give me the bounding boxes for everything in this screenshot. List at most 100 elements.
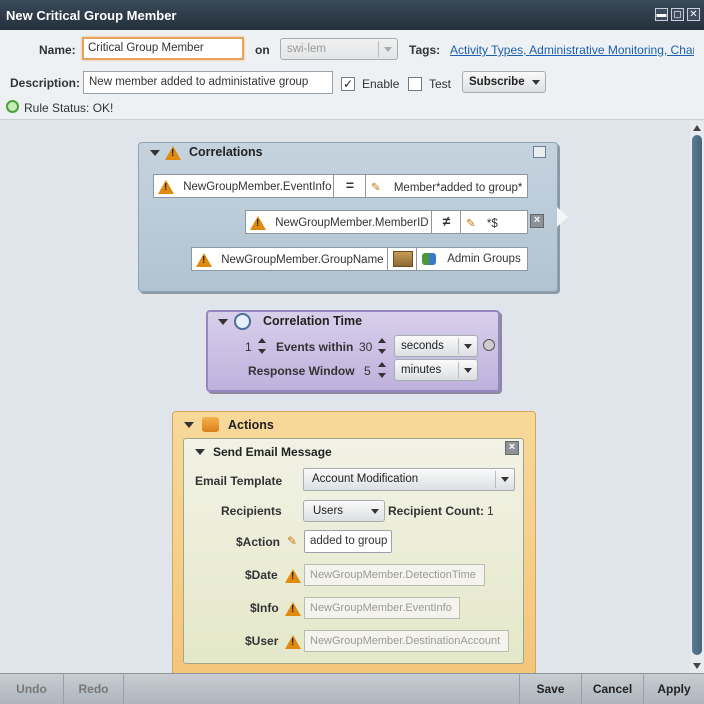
correlation-row-3[interactable]: NewGroupMember.GroupName Admin Groups <box>191 247 528 271</box>
test-checkbox[interactable] <box>408 77 422 91</box>
email-template-select[interactable]: Account Modification <box>303 468 515 491</box>
correlation-value: Admin Groups <box>447 253 521 266</box>
name-input[interactable]: Critical Group Member <box>82 37 244 60</box>
recipients-select[interactable]: Users <box>303 500 385 522</box>
bottom-toolbar: Undo Redo Save Cancel Apply <box>0 673 704 704</box>
connector-arrow-icon <box>557 207 568 227</box>
warning-icon <box>250 216 266 230</box>
collapse-email-icon[interactable] <box>195 449 205 455</box>
remove-condition-icon[interactable]: × <box>530 214 544 228</box>
close-button[interactable]: ✕ <box>687 8 700 21</box>
status-ok-icon <box>6 100 19 113</box>
chevron-down-icon <box>532 80 540 85</box>
correlation-field: NewGroupMember.MemberID <box>275 217 429 230</box>
correlations-title: Correlations <box>189 145 263 159</box>
events-within-label: Events within <box>276 340 354 354</box>
events-count-stepper[interactable] <box>258 338 266 354</box>
description-label: Description: <box>10 76 81 90</box>
recipients-label: Recipients <box>221 504 282 518</box>
on-select-value: swi-lem <box>287 43 326 55</box>
vertical-scrollbar[interactable] <box>690 121 704 673</box>
response-window-label: Response Window <box>248 364 355 378</box>
time-settings-icon[interactable] <box>483 339 495 351</box>
restore-button[interactable]: ◻ <box>671 8 684 21</box>
correlation-field: NewGroupMember.GroupName <box>221 254 384 267</box>
expand-panel-icon[interactable] <box>533 146 546 158</box>
minimize-button[interactable]: ▬ <box>655 8 668 21</box>
email-template-value: Account Modification <box>312 473 419 485</box>
param-input-action[interactable]: added to group <box>304 530 392 553</box>
param-input-user[interactable]: NewGroupMember.DestinationAccount <box>304 630 509 652</box>
correlation-row-1[interactable]: NewGroupMember.EventInfo = ✎ Member*adde… <box>153 174 528 198</box>
actions-title: Actions <box>228 418 274 432</box>
collapse-actions-icon[interactable] <box>184 422 194 428</box>
scroll-up-icon[interactable] <box>693 125 701 131</box>
name-label: Name: <box>39 43 76 57</box>
correlation-value: *$ <box>486 218 498 230</box>
warning-icon <box>285 568 301 583</box>
enable-checkbox[interactable]: ✓ <box>341 77 355 91</box>
tags-link[interactable]: Activity Types, Administrative Monitorin… <box>450 43 694 57</box>
test-label: Test <box>429 77 452 91</box>
clock-icon <box>234 313 251 330</box>
recipient-count-value: 1 <box>487 504 494 518</box>
group-icon <box>422 253 436 265</box>
scroll-down-icon[interactable] <box>693 663 701 669</box>
within-unit-value: seconds <box>401 340 444 352</box>
enable-label: Enable <box>362 77 400 91</box>
collapse-time-icon[interactable] <box>218 319 228 325</box>
response-unit-value: minutes <box>401 364 442 376</box>
within-unit-select[interactable]: seconds <box>394 335 478 357</box>
email-template-label: Email Template <box>195 474 283 488</box>
cancel-button[interactable]: Cancel <box>582 674 644 704</box>
actions-icon <box>202 417 219 432</box>
pencil-icon: ✎ <box>466 218 476 230</box>
chevron-down-icon <box>371 509 379 514</box>
remove-action-icon[interactable]: × <box>505 441 519 455</box>
operator-not-equals[interactable]: ≠ <box>433 211 461 233</box>
apply-button[interactable]: Apply <box>644 674 704 704</box>
description-input[interactable]: New member added to administative group <box>83 71 333 94</box>
response-stepper[interactable] <box>378 362 386 378</box>
param-label-action: $Action <box>236 535 281 549</box>
subscribe-dropdown[interactable]: Subscribe <box>462 71 546 93</box>
events-count[interactable]: 1 <box>245 340 252 354</box>
on-select[interactable]: swi-lem <box>280 38 398 60</box>
correlation-time-title: Correlation Time <box>263 314 363 328</box>
redo-button[interactable]: Redo <box>64 674 124 704</box>
param-label-date: $Date <box>245 568 278 582</box>
response-unit-select[interactable]: minutes <box>394 359 478 381</box>
pencil-icon: ✎ <box>287 534 298 548</box>
operator-in-group-icon[interactable] <box>389 248 417 270</box>
within-stepper[interactable] <box>378 338 386 354</box>
chevron-down-icon <box>464 368 472 373</box>
collapse-correlations-icon[interactable] <box>150 150 160 156</box>
param-input-info[interactable]: NewGroupMember.EventInfo <box>304 597 460 619</box>
param-label-user: $User <box>245 634 279 648</box>
title-bar: New Critical Group Member ▬ ◻ ✕ <box>0 0 704 30</box>
on-label: on <box>255 43 270 57</box>
correlation-row-2[interactable]: NewGroupMember.MemberID ≠ ✎ *$ <box>245 210 528 234</box>
recipients-value: Users <box>313 505 344 517</box>
warning-icon <box>165 145 181 160</box>
chevron-down-icon <box>384 47 392 52</box>
rule-header-form: Name: Critical Group Member on swi-lem T… <box>0 30 704 120</box>
subscribe-label: Subscribe <box>469 76 525 88</box>
correlation-value: Member*added to group* <box>393 182 523 194</box>
recipient-count-label: Recipient Count: <box>388 504 484 518</box>
chevron-down-icon <box>501 477 509 482</box>
tags-label: Tags: <box>409 43 441 57</box>
save-button[interactable]: Save <box>519 674 582 704</box>
response-value[interactable]: 5 <box>364 364 371 378</box>
correlation-field: NewGroupMember.EventInfo <box>183 181 332 194</box>
rule-status: Rule Status: OK! <box>24 101 114 115</box>
undo-button[interactable]: Undo <box>0 674 64 704</box>
window-title: New Critical Group Member <box>6 8 177 23</box>
within-value[interactable]: 30 <box>359 340 372 354</box>
scroll-thumb[interactable] <box>692 135 702 655</box>
warning-icon <box>196 253 212 267</box>
pencil-icon: ✎ <box>371 182 381 194</box>
param-label-info: $Info <box>250 601 279 615</box>
operator-equals[interactable]: = <box>335 175 366 197</box>
param-input-date[interactable]: NewGroupMember.DetectionTime <box>304 564 485 586</box>
